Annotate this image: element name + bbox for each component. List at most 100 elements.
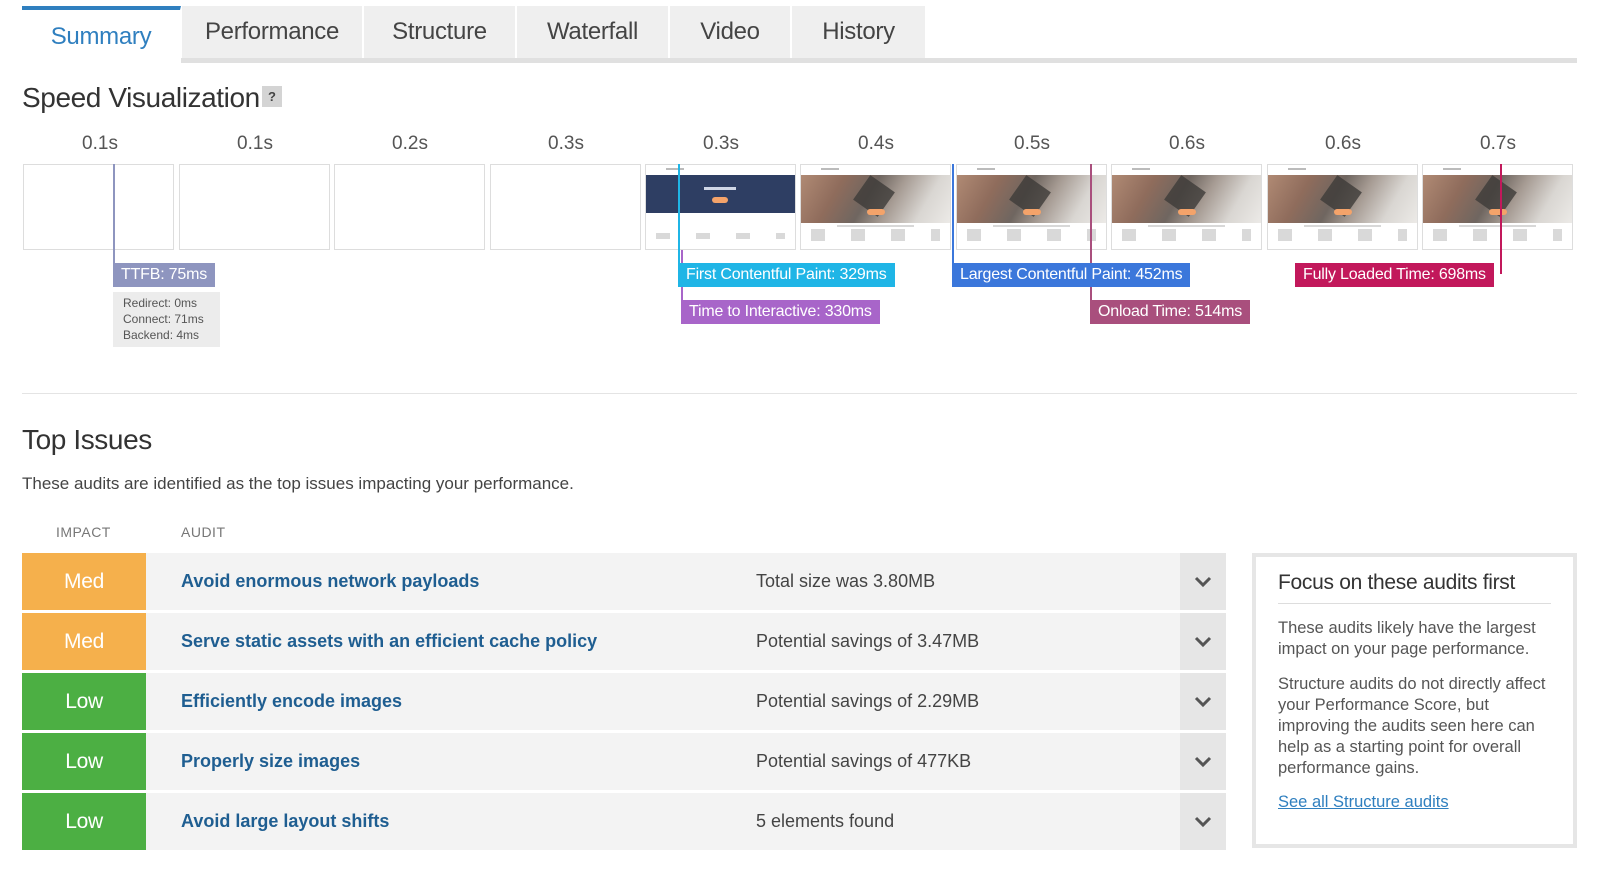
audit-value: 5 elements found (756, 811, 895, 831)
tab-history[interactable]: History (792, 6, 926, 58)
audit-title[interactable]: Efficiently encode images (181, 673, 402, 730)
frame-hero-image (957, 175, 1106, 223)
frame-hero-image (1112, 175, 1261, 223)
filmstrip-frame[interactable] (23, 164, 174, 250)
frame-hero-banner (646, 175, 795, 213)
expand-button[interactable] (1180, 553, 1226, 610)
expand-button[interactable] (1180, 733, 1226, 790)
see-all-structure-audits-link[interactable]: See all Structure audits (1278, 793, 1551, 812)
ttfb-marker[interactable]: TTFB: 75ms (113, 263, 216, 287)
filmstrip-frame[interactable] (334, 164, 485, 250)
top-issues-description: These audits are identified as the top i… (22, 474, 574, 493)
timeline-label: 0.5s (1014, 133, 1050, 154)
filmstrip-frame[interactable] (1422, 164, 1573, 250)
section-divider (22, 393, 1577, 394)
audit-value: Total size was 3.80MB (756, 571, 936, 591)
timeline-label: 0.6s (1169, 133, 1205, 154)
frame-header-line (821, 168, 839, 170)
filmstrip-frame[interactable] (490, 164, 641, 250)
backend-time: Backend: 4ms (123, 328, 200, 342)
timeline-label: 0.1s (82, 133, 118, 154)
speed-visualization-title: Speed Visualization (22, 82, 260, 113)
issue-row[interactable]: Med Serve static assets with an efficien… (22, 613, 1226, 670)
chevron-down-icon (1194, 696, 1212, 707)
filmstrip-frame[interactable] (1111, 164, 1262, 250)
impact-badge: Low (22, 733, 146, 790)
frame-cta (1334, 209, 1352, 215)
lcp-marker[interactable]: Largest Contentful Paint: 452ms (952, 263, 1191, 287)
filmstrip-frame[interactable] (800, 164, 951, 250)
audit-value: Potential savings of 3.47MB (756, 631, 980, 651)
focus-text-2: Structure audits do not directly affect … (1278, 675, 1546, 777)
frame-footer-icons (1433, 229, 1562, 241)
expand-button[interactable] (1180, 613, 1226, 670)
impact-badge: Med (22, 613, 146, 670)
timeline-label: 0.1s (237, 133, 273, 154)
onload-marker[interactable]: Onload Time: 514ms (1090, 300, 1251, 324)
expand-button[interactable] (1180, 793, 1226, 850)
audit-column-header: AUDIT (181, 524, 226, 540)
audit-title[interactable]: Avoid large layout shifts (181, 793, 389, 850)
frame-footer-icons (811, 229, 940, 241)
audit-title[interactable]: Serve static assets with an efficient ca… (181, 613, 597, 670)
issue-row[interactable]: Low Efficiently encode images Potential … (22, 673, 1226, 730)
expand-button[interactable] (1180, 673, 1226, 730)
filmstrip-frame[interactable] (956, 164, 1107, 250)
connect-time: Connect: 71ms (123, 312, 204, 326)
tab-structure[interactable]: Structure (364, 6, 516, 58)
tab-bar: Summary Performance Structure Waterfall … (22, 6, 1577, 64)
chevron-down-icon (1194, 636, 1212, 647)
tti-marker[interactable]: Time to Interactive: 330ms (681, 300, 880, 324)
timeline-label: 0.3s (703, 133, 739, 154)
chevron-down-icon (1194, 816, 1212, 827)
filmstrip-frame[interactable] (645, 164, 796, 250)
timeline-label: 0.7s (1480, 133, 1516, 154)
focus-title: Focus on these audits first (1278, 571, 1551, 604)
frame-cta (1023, 209, 1041, 215)
audit-value: Potential savings of 477KB (756, 751, 972, 771)
tab-underline (22, 58, 1577, 63)
issue-row[interactable]: Med Avoid enormous network payloads Tota… (22, 553, 1226, 610)
timeline-label: 0.4s (858, 133, 894, 154)
redirect-time: Redirect: 0ms (123, 296, 198, 310)
filmstrip-frame[interactable] (179, 164, 330, 250)
impact-badge: Low (22, 793, 146, 850)
frame-divider (993, 225, 1070, 227)
frame-divider (837, 225, 914, 227)
frame-divider (1459, 225, 1536, 227)
tab-summary[interactable]: Summary (22, 6, 181, 63)
tab-waterfall[interactable]: Waterfall (517, 6, 669, 58)
top-issues-title: Top Issues (22, 424, 152, 455)
fully-loaded-marker[interactable]: Fully Loaded Time: 698ms (1295, 263, 1494, 287)
frame-header-line (1132, 168, 1150, 170)
frame-header-line (977, 168, 995, 170)
audit-title[interactable]: Avoid enormous network payloads (181, 553, 479, 610)
fcp-marker[interactable]: First Contentful Paint: 329ms (678, 263, 895, 287)
frame-cta (1489, 209, 1507, 215)
frame-logo (704, 187, 736, 190)
filmstrip-frame[interactable] (1267, 164, 1418, 250)
help-icon[interactable]: ? (262, 86, 282, 107)
impact-column-header: IMPACT (56, 524, 111, 540)
audit-value: Potential savings of 2.29MB (756, 691, 980, 711)
tab-performance[interactable]: Performance (182, 6, 363, 58)
ttfb-breakdown: Redirect: 0ms Connect: 71ms Backend: 4ms (113, 292, 220, 347)
focus-panel: Focus on these audits first These audits… (1252, 553, 1577, 848)
chevron-down-icon (1194, 576, 1212, 587)
frame-footer-icons (967, 229, 1096, 241)
timeline-label: 0.2s (392, 133, 428, 154)
issue-row[interactable]: Low Avoid large layout shifts 5 elements… (22, 793, 1226, 850)
fully-loaded-line (1500, 164, 1502, 274)
issue-row[interactable]: Low Properly size images Potential savin… (22, 733, 1226, 790)
frame-divider (1304, 225, 1381, 227)
timeline-label: 0.6s (1325, 133, 1361, 154)
audit-title[interactable]: Properly size images (181, 733, 360, 790)
frame-footer-icons (1278, 229, 1407, 241)
timeline-label: 0.3s (548, 133, 584, 154)
frame-header-line (1443, 168, 1461, 170)
focus-text-1: These audits likely have the largest imp… (1278, 619, 1536, 658)
frame-cta (712, 197, 728, 203)
frame-footer-icons (1122, 229, 1251, 241)
tab-video[interactable]: Video (670, 6, 791, 58)
frame-footer-text (656, 233, 785, 239)
